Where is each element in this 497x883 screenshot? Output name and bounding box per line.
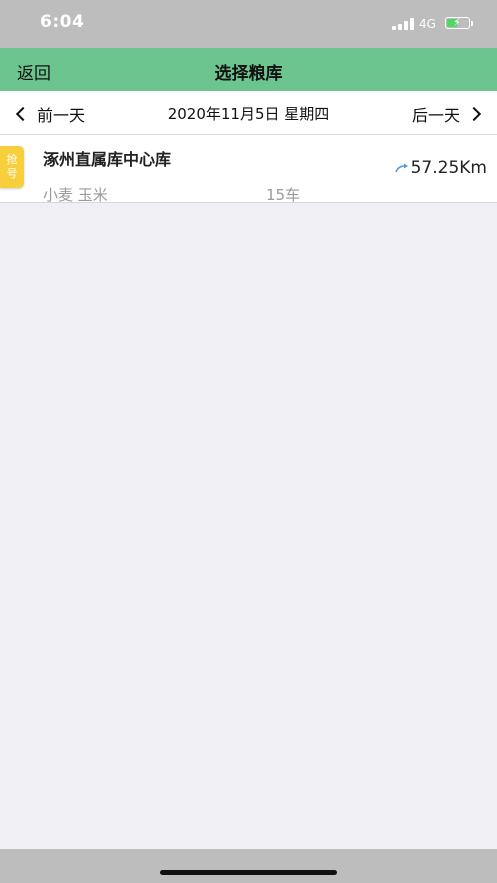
signal-icon bbox=[392, 18, 416, 30]
date-selector: 前一天 2020年11月5日 星期四 后一天 bbox=[0, 91, 497, 135]
depot-list-item[interactable]: 抢 号 涿州直属库中心库 57.25Km 小麦 玉米 15车 bbox=[0, 135, 497, 203]
battery-icon: ⚡ bbox=[445, 16, 470, 29]
badge-char-2: 号 bbox=[6, 167, 18, 180]
status-time: 6:04 bbox=[40, 12, 85, 32]
home-indicator[interactable] bbox=[160, 870, 337, 875]
nav-bar: 返回 选择粮库 bbox=[0, 48, 497, 91]
depot-car-count: 15车 bbox=[266, 186, 301, 203]
depot-grain-types: 小麦 玉米 bbox=[43, 186, 108, 203]
route-icon bbox=[394, 163, 408, 173]
next-day-label: 后一天 bbox=[411, 106, 460, 125]
page-title: 选择粮库 bbox=[214, 64, 283, 84]
charging-bolt-icon: ⚡ bbox=[453, 16, 461, 29]
next-day-button[interactable]: 后一天 bbox=[412, 102, 483, 126]
network-type: 4G bbox=[419, 17, 436, 31]
depot-name: 涿州直属库中心库 bbox=[43, 150, 172, 169]
chevron-right-icon bbox=[466, 106, 482, 122]
badge-char-1: 抢 bbox=[6, 153, 18, 166]
status-bar: 6:04 4G ⚡ bbox=[0, 0, 497, 48]
depot-distance: 57.25Km bbox=[394, 158, 487, 178]
battery-tip bbox=[471, 21, 473, 26]
grab-number-badge[interactable]: 抢 号 bbox=[0, 146, 24, 188]
distance-value: 57.25Km bbox=[410, 158, 487, 178]
bottom-bar bbox=[0, 849, 497, 883]
